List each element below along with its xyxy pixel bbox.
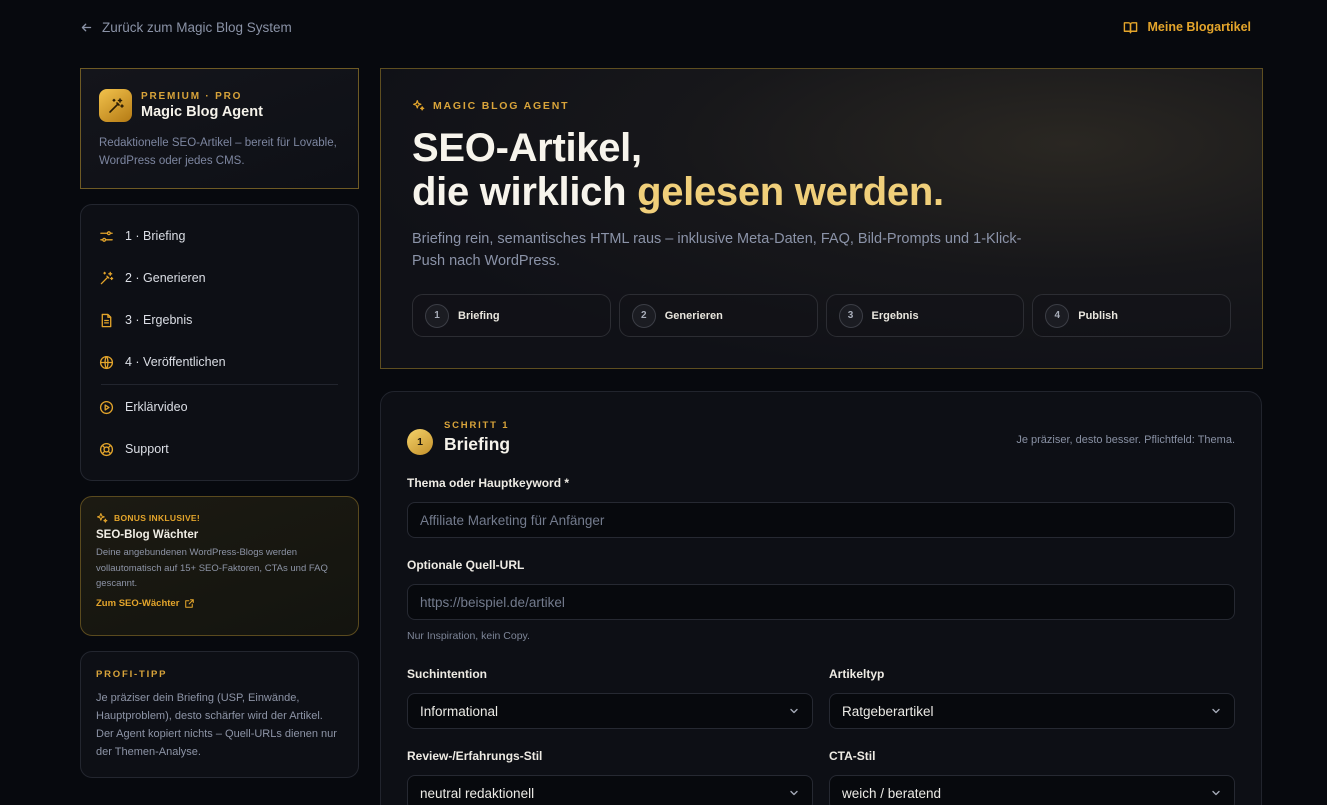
chevron-down-icon bbox=[1212, 708, 1220, 714]
back-link-label: Zurück zum Magic Blog System bbox=[102, 19, 292, 35]
sidebar-nav: 1 · Briefing 2 · Generieren 3 · Ergebnis… bbox=[80, 204, 359, 481]
tip-text: Je präziser dein Briefing (USP, Einwände… bbox=[96, 692, 337, 758]
external-link-icon bbox=[185, 598, 195, 608]
sidebar-item-veroeffentlichen[interactable]: 4 · Veröffentlichen bbox=[99, 341, 340, 383]
topic-input[interactable] bbox=[407, 502, 1235, 538]
hero-section: MAGIC BLOG AGENT SEO-Artikel, die wirkli… bbox=[380, 68, 1263, 369]
bonus-text: Deine angebundenen WordPress-Blogs werde… bbox=[96, 547, 328, 589]
sidebar-item-briefing[interactable]: 1 · Briefing bbox=[99, 215, 340, 257]
article-type-label: Artikeltyp bbox=[829, 667, 885, 681]
tip-eyebrow: PROFI-TIPP bbox=[96, 669, 168, 680]
sidebar-item-erklaervideo[interactable]: Erklärvideo bbox=[99, 386, 340, 428]
sidebar-item-label: 3 · Ergebnis bbox=[125, 313, 193, 327]
step-number: 4 bbox=[1045, 303, 1070, 328]
cta-style-label: CTA-Stil bbox=[829, 749, 876, 763]
brand-card: PREMIUM · PRO Magic Blog Agent Redaktion… bbox=[80, 68, 359, 189]
step-tab-publish[interactable]: 4 Publish bbox=[1032, 294, 1231, 337]
tip-card: PROFI-TIPP Je präziser dein Briefing (US… bbox=[80, 651, 359, 778]
sidebar-item-label: 4 · Veröffentlichen bbox=[125, 355, 226, 369]
step-number: 2 bbox=[631, 303, 656, 328]
bonus-title: SEO-Blog Wächter bbox=[96, 529, 199, 541]
step-tab-generieren[interactable]: 2 Generieren bbox=[618, 294, 818, 337]
source-url-input[interactable] bbox=[407, 584, 1235, 620]
hero-title-line1: SEO-Artikel, bbox=[412, 126, 642, 170]
chevron-down-icon bbox=[790, 708, 798, 714]
sidebar-item-label: 2 · Generieren bbox=[125, 271, 206, 285]
step-label: Ergebnis bbox=[871, 309, 919, 322]
bonus-eyebrow-label: BONUS INKLUSIVE! bbox=[114, 513, 201, 523]
step-label: Generieren bbox=[664, 309, 723, 322]
review-style-label: Review-/Erfahrungs-Stil bbox=[407, 749, 543, 763]
search-intent-value: Informational bbox=[420, 703, 499, 719]
step-badge: 1 bbox=[407, 428, 433, 455]
top-bar: Zurück zum Magic Blog System Meine Bloga… bbox=[80, 16, 1251, 38]
topic-label: Thema oder Hauptkeyword * bbox=[407, 476, 570, 490]
form-hint: Je präziser, desto besser. Pflichtfeld: … bbox=[1016, 434, 1235, 446]
search-intent-select[interactable]: Informational bbox=[407, 693, 813, 729]
arrow-left-icon bbox=[81, 23, 92, 31]
sidebar-item-label: Support bbox=[125, 442, 169, 456]
step-number: 1 bbox=[425, 303, 449, 328]
sidebar-item-support[interactable]: Support bbox=[99, 428, 340, 470]
globe-icon bbox=[99, 355, 114, 369]
article-type-value: Ratgeberartikel bbox=[842, 703, 934, 719]
step-label: Briefing bbox=[458, 309, 500, 322]
hero-title-accent: gelesen werden. bbox=[637, 170, 944, 214]
review-style-value: neutral redaktionell bbox=[420, 785, 535, 801]
source-url-label: Optionale Quell-URL bbox=[407, 558, 525, 572]
review-style-select[interactable]: neutral redaktionell bbox=[407, 775, 813, 805]
step-label: Publish bbox=[1078, 309, 1118, 322]
step-tab-ergebnis[interactable]: 3 Ergebnis bbox=[825, 294, 1025, 337]
chevron-down-icon bbox=[790, 790, 798, 796]
step-tab-briefing[interactable]: 1 Briefing bbox=[412, 294, 611, 337]
brand-description: Redaktionelle SEO-Artikel – bereit für L… bbox=[99, 137, 337, 167]
my-articles-link[interactable]: Meine Blogartikel bbox=[1123, 20, 1252, 35]
cta-style-value: weich / beratend bbox=[842, 785, 942, 801]
cta-style-select[interactable]: weich / beratend bbox=[829, 775, 1235, 805]
hero-eyebrow-label: MAGIC BLOG AGENT bbox=[433, 99, 570, 112]
magic-wand-icon bbox=[100, 271, 114, 284]
document-icon bbox=[101, 313, 112, 327]
chevron-down-icon bbox=[1212, 790, 1220, 796]
sidebar-item-generieren[interactable]: 2 · Generieren bbox=[99, 257, 340, 299]
seo-waechter-link-label: Zum SEO-Wächter bbox=[96, 597, 180, 609]
my-articles-label: Meine Blogartikel bbox=[1147, 20, 1252, 34]
step-tabs: 1 Briefing 2 Generieren 3 Ergebnis 4 Pub… bbox=[412, 294, 1231, 337]
sidebar-item-ergebnis[interactable]: 3 · Ergebnis bbox=[99, 299, 340, 341]
form-title: Briefing bbox=[444, 434, 511, 454]
back-link[interactable]: Zurück zum Magic Blog System bbox=[80, 20, 292, 35]
seo-waechter-link[interactable]: Zum SEO-Wächter bbox=[96, 598, 343, 609]
hero-eyebrow: MAGIC BLOG AGENT bbox=[412, 99, 1231, 112]
sparkles-icon bbox=[413, 100, 425, 111]
search-intent-label: Suchintention bbox=[407, 667, 487, 681]
sidebar-item-label: 1 · Briefing bbox=[125, 229, 186, 243]
bonus-eyebrow: BONUS INKLUSIVE! bbox=[96, 512, 343, 524]
hero-title-line2: die wirklich bbox=[412, 170, 638, 214]
brand-logo bbox=[99, 89, 132, 122]
sparkles-icon bbox=[96, 512, 108, 523]
sidebar-item-label: Erklärvideo bbox=[125, 400, 188, 414]
article-type-select[interactable]: Ratgeberartikel bbox=[829, 693, 1235, 729]
step-number: 3 bbox=[838, 303, 863, 328]
brand-name: Magic Blog Agent bbox=[141, 104, 263, 120]
hero-subtitle: Briefing rein, semantisches HTML raus – … bbox=[412, 231, 1022, 269]
hero-title: SEO-Artikel, die wirklich gelesen werden… bbox=[412, 126, 1231, 214]
brand-eyebrow: PREMIUM · PRO bbox=[141, 91, 243, 102]
sidebar-divider bbox=[101, 384, 338, 385]
bonus-card: BONUS INKLUSIVE! SEO-Blog Wächter Deine … bbox=[80, 496, 359, 636]
magic-wand-icon bbox=[108, 97, 124, 113]
book-open-icon bbox=[1123, 21, 1137, 33]
briefing-form: 1 SCHRITT 1 Briefing Je präziser, desto … bbox=[380, 391, 1262, 805]
source-url-helper: Nur Inspiration, kein Copy. bbox=[407, 630, 530, 642]
sliders-icon bbox=[100, 230, 113, 242]
play-circle-icon bbox=[99, 400, 114, 414]
step-eyebrow: SCHRITT 1 bbox=[444, 420, 510, 431]
lifebuoy-icon bbox=[99, 442, 114, 456]
